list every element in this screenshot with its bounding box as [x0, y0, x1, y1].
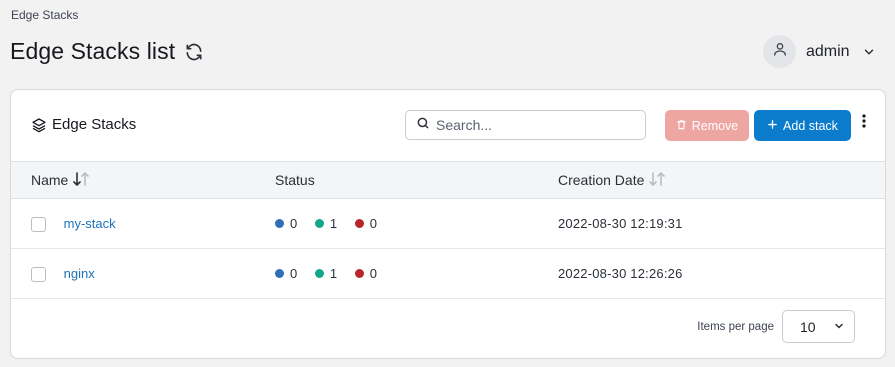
status-dot-green [314, 219, 324, 228]
stack-name-link[interactable]: my-stack [64, 217, 116, 232]
card-title-label: Edge Stacks [52, 116, 137, 133]
remove-button[interactable]: Remove [665, 110, 749, 141]
chevron-down-icon [833, 319, 845, 335]
status-count: 0 [290, 216, 298, 231]
search-input[interactable] [436, 117, 626, 133]
breadcrumb: Edge Stacks [11, 8, 79, 22]
user-icon [772, 41, 788, 62]
edge-stacks-card: Edge Stacks Remove Add stack [10, 89, 886, 359]
header-name-label: Name [31, 172, 69, 188]
items-per-page-select[interactable]: 10 [782, 310, 855, 343]
avatar [763, 35, 796, 68]
add-stack-button-label: Add stack [783, 118, 838, 133]
header-creation-date-label: Creation Date [558, 172, 645, 188]
status-dot-blue [275, 269, 284, 278]
stack-name-link[interactable]: nginx [64, 267, 95, 282]
creation-date: 2022-08-30 12:19:31 [558, 216, 683, 231]
refresh-icon[interactable] [184, 42, 204, 62]
header-status-label: Status [275, 172, 315, 188]
remove-button-label: Remove [691, 118, 739, 133]
plus-icon [767, 119, 778, 133]
status-count: 1 [329, 266, 338, 281]
search-icon [416, 116, 430, 135]
status-count: 0 [290, 266, 298, 281]
header-creation-date[interactable]: Creation Date [558, 162, 885, 199]
status-count: 0 [369, 266, 377, 281]
header-name[interactable]: Name [11, 162, 275, 199]
trash-icon [676, 119, 687, 133]
status-dot-red [354, 219, 364, 228]
status-count: 1 [329, 216, 338, 231]
status-dot-red [354, 269, 364, 278]
items-per-page-label: Items per page [697, 320, 774, 333]
status-cell: 0 1 0 [275, 199, 558, 249]
card-header: Edge Stacks Remove Add stack [11, 90, 885, 162]
creation-date: 2022-08-30 12:26:26 [558, 266, 683, 281]
items-per-page-value: 10 [800, 318, 816, 335]
add-stack-button[interactable]: Add stack [754, 110, 851, 141]
user-menu[interactable]: admin [763, 35, 876, 68]
search-box[interactable] [405, 110, 646, 140]
header-status: Status [275, 162, 558, 199]
status-cell: 0 1 0 [275, 249, 558, 299]
page-title: Edge Stacks list [10, 38, 176, 64]
row-checkbox[interactable] [31, 216, 46, 232]
page-title-row: Edge Stacks list [10, 38, 204, 65]
pagination-footer: Items per page 10 [697, 310, 855, 343]
stacks-table: Name Status Creation Date my-stack 0 1 0… [11, 161, 885, 299]
table-header-row: Name Status Creation Date [11, 161, 885, 199]
chevron-down-icon[interactable] [862, 45, 876, 59]
card-title: Edge Stacks [31, 116, 136, 133]
kebab-icon[interactable] [857, 114, 871, 136]
table-row: my-stack 0 1 0 2022-08-30 12:19:31 [11, 199, 885, 249]
sort-icon [648, 171, 666, 189]
user-name: admin [806, 42, 850, 60]
status-dot-green [314, 269, 324, 278]
layers-icon [31, 117, 47, 133]
table-row: nginx 0 1 0 2022-08-30 12:26:26 [11, 249, 885, 299]
row-checkbox[interactable] [31, 266, 46, 282]
status-count: 0 [369, 216, 377, 231]
sort-desc-icon [72, 171, 90, 189]
status-dot-blue [275, 219, 284, 228]
